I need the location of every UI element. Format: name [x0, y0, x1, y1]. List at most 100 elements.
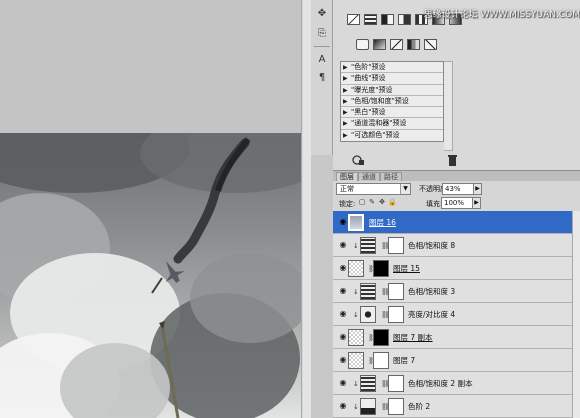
layer-name: 色相/饱和度 8: [408, 241, 456, 250]
layer-row[interactable]: ◉ ↓ ⛓ 色相/饱和度 8: [333, 234, 580, 257]
layer-name: 图层 7: [393, 356, 416, 365]
character-panel-icon[interactable]: A: [316, 54, 328, 66]
scene-art: [151, 137, 251, 418]
fill-input[interactable]: 100%: [441, 197, 473, 209]
expand-triangle-icon[interactable]: ▶: [343, 73, 348, 83]
jet-fighter: [165, 261, 185, 283]
vertical-scrollbar[interactable]: [303, 0, 311, 418]
document-canvas[interactable]: [0, 133, 301, 418]
layer-row[interactable]: ◉ ⛓ 图层 15: [333, 257, 580, 280]
preset-scrollbar[interactable]: [444, 61, 453, 151]
layer-row[interactable]: ◉ ⛓ 图层 7: [333, 349, 580, 372]
lock-all-icon[interactable]: 🔒: [388, 198, 397, 207]
preset-label: "曝光度"预设: [351, 85, 393, 94]
layer-row[interactable]: ◉ 图层 16: [333, 211, 580, 234]
layer-mask-thumbnail: [373, 329, 389, 346]
invert-icon[interactable]: [390, 39, 403, 50]
layer-row[interactable]: ◉ ↓ ⛓ 色阶 2: [333, 395, 580, 418]
clone-source-icon[interactable]: ⎘: [316, 28, 328, 40]
tab-layers[interactable]: 图层: [336, 172, 358, 181]
expand-triangle-icon[interactable]: ▶: [343, 107, 348, 117]
expand-triangle-icon[interactable]: ▶: [343, 118, 348, 128]
fill-slider-button[interactable]: ▶: [473, 197, 481, 209]
visibility-eye-icon[interactable]: ◉: [337, 309, 349, 319]
layer-mask-thumbnail: [388, 283, 404, 300]
blend-mode-value: 正常: [340, 185, 354, 193]
visibility-eye-icon[interactable]: ◉: [337, 240, 349, 250]
tab-channels[interactable]: 通道: [358, 172, 380, 181]
lock-pixels-icon[interactable]: ✎: [368, 198, 376, 207]
layer-name: 图层 7 副本: [393, 333, 433, 342]
expand-triangle-icon[interactable]: ▶: [343, 62, 348, 72]
expand-triangle-icon[interactable]: ▶: [343, 96, 348, 106]
preset-label: "可选颜色"预设: [351, 130, 400, 139]
layers-scrollbar[interactable]: [572, 211, 580, 418]
preset-item[interactable]: ▶ "可选颜色"预设: [341, 130, 443, 141]
layer-name: 图层 16: [369, 218, 396, 227]
preset-item[interactable]: ▶ "色相/饱和度"预设: [341, 96, 443, 108]
layer-row[interactable]: ◉ ↓ ⛓ 色相/饱和度 2 副本: [333, 372, 580, 395]
visibility-eye-icon[interactable]: ◉: [337, 286, 349, 296]
dock-divider: [314, 46, 330, 47]
paragraph-panel-icon[interactable]: ¶: [316, 72, 328, 84]
opacity-slider-button[interactable]: ▶: [474, 183, 482, 195]
posterize-icon[interactable]: [407, 39, 420, 50]
lock-position-icon[interactable]: ✥: [378, 198, 386, 207]
layer-row[interactable]: ◉ ↓ ⛓ 色相/饱和度 3: [333, 280, 580, 303]
layer-row[interactable]: ◉ ⛓ 图层 7 副本: [333, 326, 580, 349]
layer-thumbnail: [348, 214, 364, 231]
selective-color-icon[interactable]: [424, 39, 437, 50]
layer-name: 色相/饱和度 3: [408, 287, 456, 296]
expand-triangle-icon[interactable]: ▶: [343, 130, 348, 141]
clip-to-layer-icon: [352, 155, 364, 165]
lock-transparency-icon[interactable]: ▢: [358, 198, 366, 207]
chevron-down-icon[interactable]: ▼: [400, 184, 410, 194]
preset-item[interactable]: ▶ "曲线"预设: [341, 73, 443, 85]
clip-arrow-icon: ↓: [353, 403, 359, 411]
layer-name: 亮度/对比度 4: [408, 310, 456, 319]
preset-item[interactable]: ▶ "色阶"预设: [341, 62, 443, 74]
missile-stem: [160, 324, 180, 418]
document-edge: [301, 0, 311, 418]
expand-triangle-icon[interactable]: ▶: [343, 85, 348, 95]
visibility-eye-icon[interactable]: ◉: [337, 401, 349, 411]
tab-paths[interactable]: 路径: [380, 172, 402, 181]
adjustments-panel: ▶ "色阶"预设 ▶ "曲线"预设 ▶ "曝光度"预设 ▶ "色相/饱和度"预设 ▶ "黑…: [333, 0, 580, 170]
layer-thumbnail: [348, 260, 364, 277]
clip-arrow-icon: ↓: [353, 242, 359, 250]
layer-mask-thumbnail: [388, 398, 404, 415]
layer-mask-thumbnail: [388, 306, 404, 323]
layer-thumbnail: [348, 352, 364, 369]
panel-tabs: 图层 通道 路径: [333, 171, 580, 181]
falling-debris: [151, 277, 163, 294]
photo-filter-icon[interactable]: [356, 39, 369, 50]
move-tool-icon[interactable]: ✥: [316, 8, 328, 20]
preset-item[interactable]: ▶ "通道混和器"预设: [341, 118, 443, 130]
layer-row[interactable]: ◉ ↓ ⛓ 亮度/对比度 4: [333, 303, 580, 326]
channel-mixer-icon[interactable]: [373, 39, 386, 50]
adjustment-thumbnail: [360, 237, 376, 254]
canvas-gray-area: [0, 0, 301, 133]
preset-list: ▶ "色阶"预设 ▶ "曲线"预设 ▶ "曝光度"预设 ▶ "色相/饱和度"预设 ▶ "黑…: [340, 61, 444, 143]
fill-label: 填充:: [426, 200, 443, 208]
opacity-input[interactable]: 43%: [442, 183, 474, 195]
layer-name: 图层 15: [393, 264, 420, 273]
adjustment-thumbnail: [360, 398, 376, 415]
clip-arrow-icon: ↓: [353, 311, 359, 319]
curves-icon[interactable]: [347, 14, 360, 25]
preset-item[interactable]: ▶ "曝光度"预设: [341, 85, 443, 96]
visibility-eye-icon[interactable]: ◉: [337, 378, 349, 388]
layer-mask-thumbnail: [373, 260, 389, 277]
watermark: 思缘设计论坛 WWW.MISSYUAN.COM: [423, 10, 580, 20]
layer-mask-thumbnail: [373, 352, 389, 369]
adjustment-thumbnail: [360, 283, 376, 300]
layer-name: 色相/饱和度 2 副本: [408, 379, 473, 388]
blend-mode-select[interactable]: 正常 ▼: [336, 183, 411, 195]
preset-label: "曲线"预设: [351, 74, 386, 83]
vibrance-icon[interactable]: [381, 14, 394, 25]
levels-icon[interactable]: [364, 14, 377, 25]
preset-item[interactable]: ▶ "黑白"预设: [341, 107, 443, 119]
adjustment-thumbnail: [360, 306, 376, 323]
layers-panel: 图层 通道 路径 正常 ▼ 不透明度: 43% ▶ 锁定: ▢ ✎ ✥ 🔒 填充…: [333, 170, 580, 418]
preset-label: "色阶"预设: [351, 63, 386, 71]
